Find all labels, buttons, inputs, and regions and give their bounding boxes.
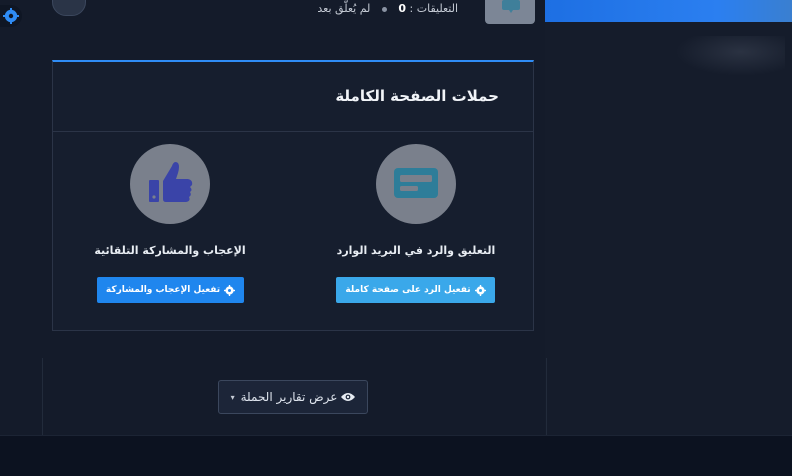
feature-comment-reply: التعليق والرد في البريد الوارد: [316, 144, 516, 257]
reports-button-label: عرض تقارير الحملة: [240, 390, 338, 404]
post-thumbnail: [485, 0, 535, 24]
card-divider: [53, 131, 533, 132]
card-title: حملات الصفحة الكاملة: [335, 87, 499, 105]
settings-fab[interactable]: [0, 5, 22, 27]
button-label: تفعيل الرد على صفحة كاملة: [345, 285, 471, 295]
comments-row: التعليقات : 0 لم يُعلَّق بعد: [300, 2, 458, 15]
thumbs-up-icon: [149, 162, 193, 202]
card-icon: [394, 168, 438, 198]
gear-icon: [224, 284, 236, 296]
feature-icon-circle: [376, 144, 456, 224]
feature-label: الإعجاب والمشاركة التلقائية: [94, 244, 246, 257]
enable-full-page-reply-button[interactable]: تفعيل الرد على صفحة كاملة: [336, 277, 495, 303]
right-panel-header: [545, 0, 792, 22]
view-campaign-reports-button[interactable]: عرض تقارير الحملة ▾: [218, 380, 368, 414]
enable-like-share-button[interactable]: تفعيل الإعجاب والمشاركة: [97, 277, 244, 303]
scroll-top-button[interactable]: [52, 0, 86, 16]
feature-icon-circle: [130, 144, 210, 224]
eye-icon: [341, 393, 356, 401]
gear-icon: [3, 8, 19, 24]
button-label: تفعيل الإعجاب والمشاركة: [105, 285, 221, 295]
feature-label: التعليق والرد في البريد الوارد: [336, 244, 496, 257]
full-page-campaigns-card: حملات الصفحة الكاملة التعليق والرد في ال…: [52, 60, 534, 331]
feature-like-share: الإعجاب والمشاركة التلقائية: [70, 144, 270, 257]
chat-bubble-icon: [502, 0, 520, 13]
comments-count-value: 0: [398, 2, 407, 15]
caret-down-icon: ▾: [230, 392, 235, 402]
no-comments-text: لم يُعلَّق بعد: [317, 2, 371, 15]
separator-dot: [381, 6, 387, 12]
footer: [0, 435, 792, 476]
gear-icon: [474, 284, 486, 296]
right-panel-blur: [675, 36, 785, 76]
comments-label-text: التعليقات :: [409, 2, 458, 15]
right-panel: [545, 0, 792, 435]
